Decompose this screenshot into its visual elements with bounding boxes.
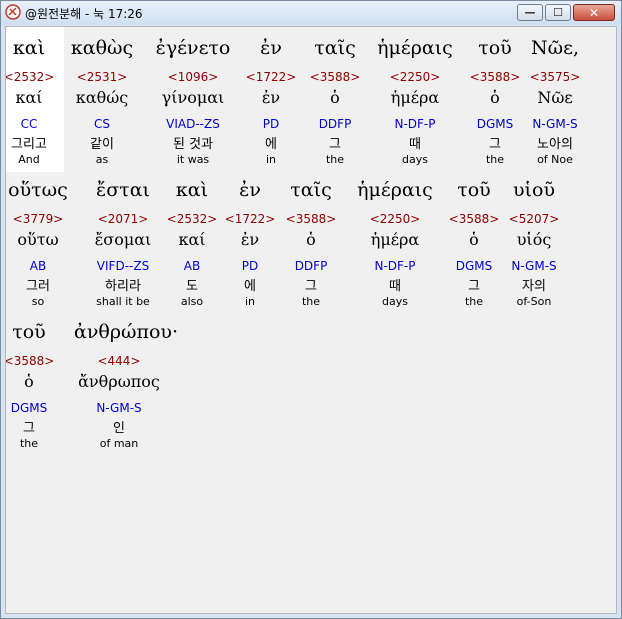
greek-word: καθὼς xyxy=(70,37,134,59)
lemma-word: καθώς xyxy=(75,88,129,107)
korean-gloss: 때 xyxy=(389,279,401,294)
interlinear-panel[interactable]: καὶ <2532> καί CC 그리고 And καθὼς <2531> καθώς CS 같이… xyxy=(5,26,617,614)
strong-number-link[interactable]: <3588> xyxy=(290,70,380,84)
english-gloss: of-Son xyxy=(516,295,552,308)
english-gloss: as xyxy=(95,153,109,166)
strong-number-link[interactable]: <2250> xyxy=(370,70,460,84)
morphology-code: VIAD--ZS xyxy=(166,117,220,131)
english-gloss: of man xyxy=(99,437,139,450)
lemma-word: ὁ xyxy=(330,88,340,107)
korean-gloss: 그 xyxy=(305,279,317,294)
english-gloss: the xyxy=(301,295,321,308)
strong-number-link[interactable]: <5207> xyxy=(489,212,579,226)
lemma-word: ἡμέρα xyxy=(370,230,420,249)
korean-gloss: 인 xyxy=(113,421,125,436)
korean-gloss: 노아의 xyxy=(537,137,573,152)
strong-number-link[interactable]: <1096> xyxy=(148,70,238,84)
close-button[interactable]: ✕ xyxy=(573,4,615,21)
window-controls: — ☐ ✕ xyxy=(517,4,615,21)
strong-number-link[interactable]: <3588> xyxy=(266,212,356,226)
lemma-word: γίνομαι xyxy=(161,88,225,107)
korean-gloss: 된 것과 xyxy=(172,137,213,152)
korean-gloss: 그 xyxy=(329,137,341,152)
lemma-word: υἱός xyxy=(516,230,552,249)
lemma-word: ὁ xyxy=(24,372,34,391)
greek-word: υἱοῦ xyxy=(513,179,555,201)
maximize-button[interactable]: ☐ xyxy=(545,4,571,21)
minimize-button[interactable]: — xyxy=(517,4,543,21)
english-gloss: of Noe xyxy=(537,153,573,166)
korean-gloss: 때 xyxy=(409,137,421,152)
verse-line: οὕτως <3779> οὕτω AB 그러 so ἔσται <2071> ἔσομαι VI… xyxy=(6,175,616,315)
english-gloss: the xyxy=(325,153,345,166)
english-gloss: days xyxy=(382,295,408,308)
greek-word: ταῖς xyxy=(290,179,332,201)
morphology-code: DGMS xyxy=(10,401,48,415)
korean-gloss: 그러 xyxy=(26,279,50,294)
morphology-code: N-GM-S xyxy=(96,401,142,415)
window-title: @원전분해 - 눅 17:26 xyxy=(25,7,143,21)
greek-word: ἀνθρώπου· xyxy=(74,321,178,343)
strong-number-link[interactable]: <2250> xyxy=(350,212,440,226)
morphology-code: N-GM-S xyxy=(511,259,557,273)
greek-word: ἐγένετο xyxy=(155,37,231,59)
morphology-code: N-DF-P xyxy=(374,259,416,273)
greek-word: ἡμέραις xyxy=(377,37,453,59)
strong-number-link[interactable]: <3588> xyxy=(6,354,74,368)
morphology-code: DDFP xyxy=(294,259,328,273)
app-window: @원전분해 - 눅 17:26 — ☐ ✕ καὶ <2532> καί CC 그리고 A… xyxy=(0,0,622,619)
greek-word: ἡμέραις xyxy=(357,179,433,201)
greek-word: τοῦ xyxy=(12,321,46,343)
english-gloss: the xyxy=(19,437,39,450)
greek-word: Νῶε, xyxy=(530,37,579,59)
morphology-code: AB xyxy=(29,259,47,273)
minimize-icon: — xyxy=(524,6,536,19)
morphology-code: DDFP xyxy=(318,117,352,131)
strong-number-link[interactable]: <3575> xyxy=(510,70,600,84)
lemma-word: Νῶε xyxy=(537,88,573,107)
maximize-icon: ☐ xyxy=(553,6,563,19)
korean-gloss: 같이 xyxy=(90,137,114,152)
close-icon: ✕ xyxy=(588,5,600,20)
greek-word: οὕτως xyxy=(8,179,68,201)
lemma-word: οὕτω xyxy=(17,230,59,249)
korean-gloss: 자의 xyxy=(522,279,546,294)
title-bar[interactable]: @원전분해 - 눅 17:26 — ☐ ✕ xyxy=(1,1,621,25)
strong-number-link[interactable]: <3779> xyxy=(6,212,83,226)
strong-number-link[interactable]: <2531> xyxy=(57,70,147,84)
lemma-word: ἡμέρα xyxy=(390,88,440,107)
morphology-code: N-DF-P xyxy=(394,117,436,131)
morphology-code: N-GM-S xyxy=(532,117,578,131)
lemma-word: ὁ xyxy=(306,230,316,249)
strong-number-link[interactable]: <444> xyxy=(74,354,164,368)
verse-line: τοῦ <3588> ὁ DGMS 그 the ἀνθρώπου· <444> ἄνθρωπος… xyxy=(6,317,616,457)
verse-line: καὶ <2532> καί CC 그리고 And καθὼς <2531> καθώς CS 같이… xyxy=(6,33,616,173)
english-gloss: days xyxy=(402,153,428,166)
english-gloss: it was xyxy=(176,153,210,166)
lemma-word: ἄνθρωπος xyxy=(78,372,160,391)
korean-gloss: 그 xyxy=(23,421,35,436)
english-gloss: so xyxy=(31,295,45,308)
app-logo-icon xyxy=(5,4,21,20)
greek-word: ταῖς xyxy=(314,37,356,59)
morphology-code: CS xyxy=(94,117,110,131)
